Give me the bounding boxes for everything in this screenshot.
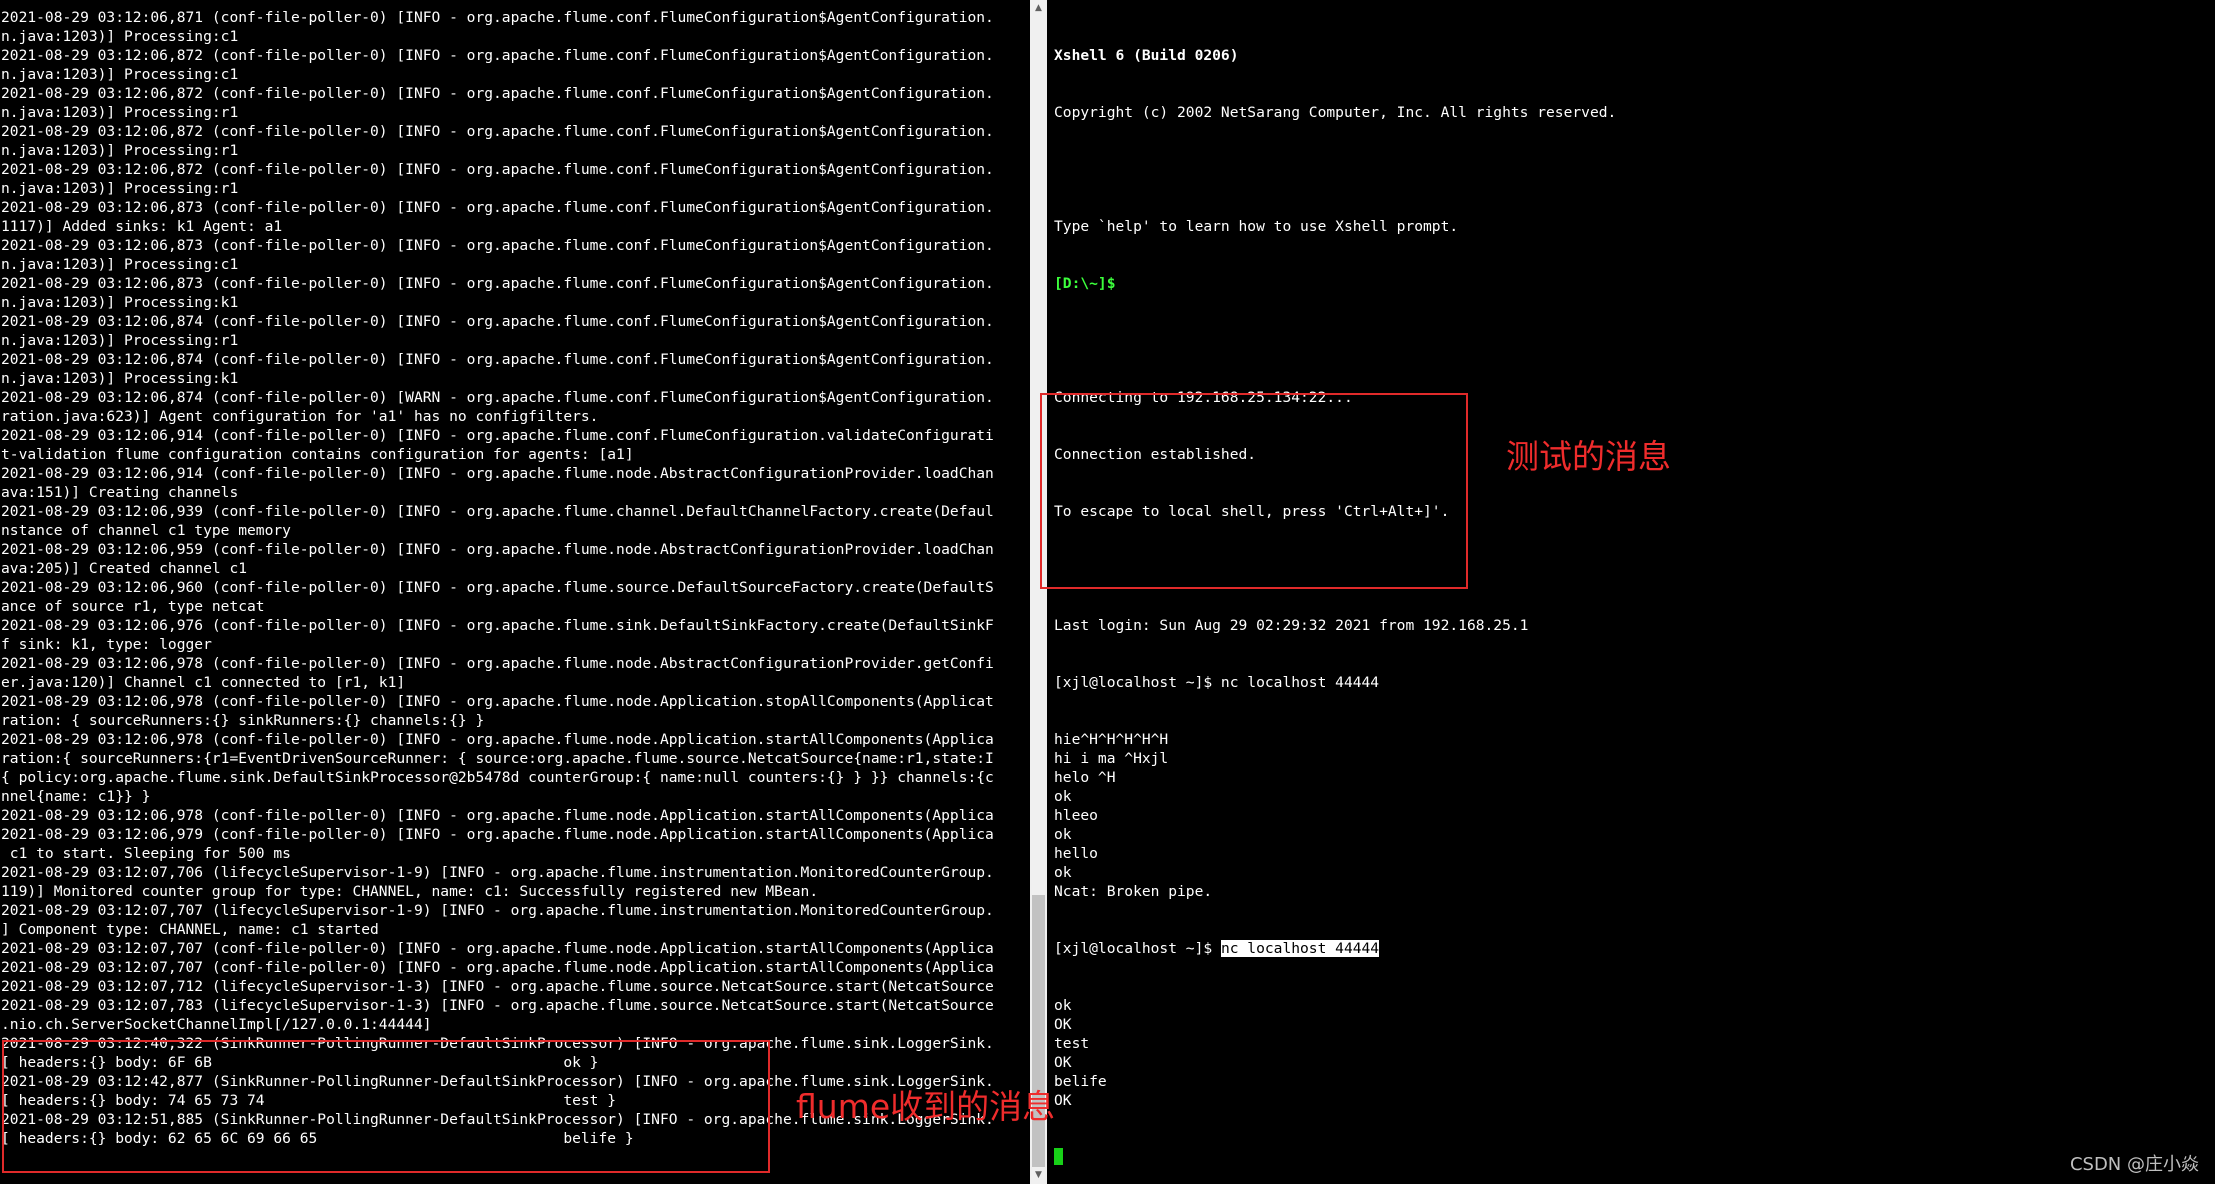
log-line: 2021-08-29 03:12:06,914 (conf-file-polle…: [1, 427, 994, 444]
log-line: n.java:1203)] Processing:r1: [1, 104, 239, 121]
log-line: 2021-08-29 03:12:06,873 (conf-file-polle…: [1, 237, 994, 254]
terminal-line: OK: [1054, 1016, 1072, 1033]
second-nc-command: [xjl@localhost ~]$ nc localhost 44444: [1054, 939, 1616, 958]
log-line: 2021-08-29 03:12:06,872 (conf-file-polle…: [1, 85, 994, 102]
log-line: n.java:1203)] Processing:r1: [1, 142, 239, 159]
log-line: 2021-08-29 03:12:06,978 (conf-file-polle…: [1, 731, 994, 748]
help-text: Type `help' to learn how to use Xshell p…: [1054, 218, 1459, 235]
terminal-line: hleeo: [1054, 807, 1098, 824]
log-line: 2021-08-29 03:12:06,978 (conf-file-polle…: [1, 807, 994, 824]
log-line: ance of source r1, type netcat: [1, 598, 265, 615]
log-line: 2021-08-29 03:12:06,874 (conf-file-polle…: [1, 313, 994, 330]
log-line: ava:151)] Creating channels: [1, 484, 239, 501]
log-line: 2021-08-29 03:12:07,707 (lifecycleSuperv…: [1, 902, 994, 919]
selected-command[interactable]: nc localhost 44444: [1220, 940, 1380, 957]
log-line: 2021-08-29 03:12:06,874 (conf-file-polle…: [1, 351, 994, 368]
log-line: n.java:1203)] Processing:c1: [1, 256, 239, 273]
log-line: n.java:1203)] Processing:c1: [1, 66, 239, 83]
log-line: 2021-08-29 03:12:06,873 (conf-file-polle…: [1, 199, 994, 216]
terminal-line: helo ^H: [1054, 769, 1116, 786]
log-line: 2021-08-29 03:12:06,871 (conf-file-polle…: [1, 9, 994, 26]
log-line: 2021-08-29 03:12:06,872 (conf-file-polle…: [1, 47, 994, 64]
xshell-copyright: Copyright (c) 2002 NetSarang Computer, I…: [1054, 104, 1617, 121]
log-line: .nio.ch.ServerSocketChannelImpl[/127.0.0…: [1, 1016, 432, 1033]
terminal-line: hie^H^H^H^H^H: [1054, 731, 1169, 748]
flume-log-pane[interactable]: 2021-08-29 03:12:06,871 (conf-file-polle…: [0, 0, 1030, 1184]
terminal-line: Ncat: Broken pipe.: [1054, 883, 1213, 900]
log-line: 2021-08-29 03:12:07,706 (lifecycleSuperv…: [1, 864, 994, 881]
log-line: n.java:1203)] Processing:r1: [1, 332, 239, 349]
log-line: n.java:1203)] Processing:c1: [1, 28, 239, 45]
log-line: 2021-08-29 03:12:06,872 (conf-file-polle…: [1, 123, 994, 140]
annotation-test-messages: 测试的消息: [1506, 437, 1671, 476]
log-line: nstance of channel c1 type memory: [1, 522, 291, 539]
left-scrollbar[interactable]: ▲ ▼: [1030, 0, 1047, 1184]
log-line: er.java:120)] Channel c1 connected to [r…: [1, 674, 406, 691]
log-line: 2021-08-29 03:12:06,979 (conf-file-polle…: [1, 826, 994, 843]
log-line: nnel{name: c1}} }: [1, 788, 151, 805]
log-line: 2021-08-29 03:12:06,978 (conf-file-polle…: [1, 655, 994, 672]
log-line: 2021-08-29 03:12:06,874 (conf-file-polle…: [1, 389, 994, 406]
log-line: ration: { sourceRunners:{} sinkRunners:{…: [1, 712, 485, 729]
annotation-flume-received: flume收到的消息: [796, 1087, 1056, 1126]
log-line: 2021-08-29 03:12:07,707 (conf-file-polle…: [1, 940, 994, 957]
log-line: 2021-08-29 03:12:06,914 (conf-file-polle…: [1, 465, 994, 482]
terminal-cursor: [1054, 1148, 1063, 1165]
log-line: ration:{ sourceRunners:{r1=EventDrivenSo…: [1, 750, 994, 767]
terminal-line: ok: [1054, 864, 1072, 881]
xshell-pane[interactable]: Xshell 6 (Build 0206) Copyright (c) 2002…: [1047, 0, 2215, 1184]
log-line: 2021-08-29 03:12:07,707 (conf-file-polle…: [1, 959, 994, 976]
scroll-up-icon[interactable]: ▲: [1030, 0, 1047, 17]
log-line: 2021-08-29 03:12:06,872 (conf-file-polle…: [1, 161, 994, 178]
cursor-line[interactable]: [1054, 1148, 1616, 1167]
terminal-line: hi i ma ^Hxjl: [1054, 750, 1169, 767]
log-line: t-validation flume configuration contain…: [1, 446, 634, 463]
scroll-down-icon[interactable]: ▼: [1030, 1167, 1047, 1184]
log-line: 2021-08-29 03:12:06,939 (conf-file-polle…: [1, 503, 994, 520]
terminal-line: ok: [1054, 997, 1072, 1014]
terminal-line: OK: [1054, 1092, 1072, 1109]
log-line: 2021-08-29 03:12:06,976 (conf-file-polle…: [1, 617, 994, 634]
log-line: 2021-08-29 03:12:07,712 (lifecycleSuperv…: [1, 978, 994, 995]
log-line: { policy:org.apache.flume.sink.DefaultSi…: [1, 769, 994, 786]
log-line: 119)] Monitored counter group for type: …: [1, 883, 819, 900]
flume-log-output[interactable]: 2021-08-29 03:12:06,871 (conf-file-polle…: [1, 8, 994, 1148]
log-line: ] Component type: CHANNEL, name: c1 star…: [1, 921, 379, 938]
log-line: 2021-08-29 03:12:06,959 (conf-file-polle…: [1, 541, 994, 558]
terminal-line: OK: [1054, 1054, 1072, 1071]
log-line: n.java:1203)] Processing:k1: [1, 370, 239, 387]
last-login-line: Last login: Sun Aug 29 02:29:32 2021 fro…: [1054, 617, 1529, 634]
log-line: c1 to start. Sleeping for 500 ms: [1, 845, 291, 862]
session1-output: hie^H^H^H^H^H hi i ma ^Hxjl helo ^H ok hleeo…: [1054, 730, 1616, 901]
log-line: n.java:1203)] Processing:r1: [1, 180, 239, 197]
session2-output: ok OK test OK belife OK: [1054, 996, 1616, 1110]
terminal-line: belife: [1054, 1073, 1107, 1090]
first-nc-command: [xjl@localhost ~]$ nc localhost 44444: [1054, 674, 1380, 691]
terminal-line: ok: [1054, 788, 1072, 805]
log-line: n.java:1203)] Processing:k1: [1, 294, 239, 311]
log-line: ava:205)] Created channel c1: [1, 560, 248, 577]
xshell-banner-title: Xshell 6 (Build 0206): [1054, 47, 1239, 64]
terminal-line: ok: [1054, 826, 1072, 843]
log-line: 1117)] Added sinks: k1 Agent: a1: [1, 218, 283, 235]
shell-prompt: [xjl@localhost ~]$: [1054, 940, 1221, 957]
terminal-line: hello: [1054, 845, 1098, 862]
annotation-box-test-messages: [1040, 393, 1468, 589]
log-line: 2021-08-29 03:12:06,978 (conf-file-polle…: [1, 693, 994, 710]
log-line: f sink: k1, type: logger: [1, 636, 212, 653]
terminal-line: test: [1054, 1035, 1090, 1052]
csdn-watermark: CSDN @庄小焱: [2069, 1154, 2199, 1175]
annotation-box-flume-received: [2, 1040, 770, 1173]
xshell-terminal-output[interactable]: Xshell 6 (Build 0206) Copyright (c) 2002…: [1054, 8, 1616, 1184]
log-line: 2021-08-29 03:12:06,960 (conf-file-polle…: [1, 579, 994, 596]
local-prompt: [D:\~]$: [1054, 275, 1116, 292]
log-line: ration.java:623)] Agent configuration fo…: [1, 408, 599, 425]
log-line: 2021-08-29 03:12:06,873 (conf-file-polle…: [1, 275, 994, 292]
log-line: 2021-08-29 03:12:07,783 (lifecycleSuperv…: [1, 997, 994, 1014]
